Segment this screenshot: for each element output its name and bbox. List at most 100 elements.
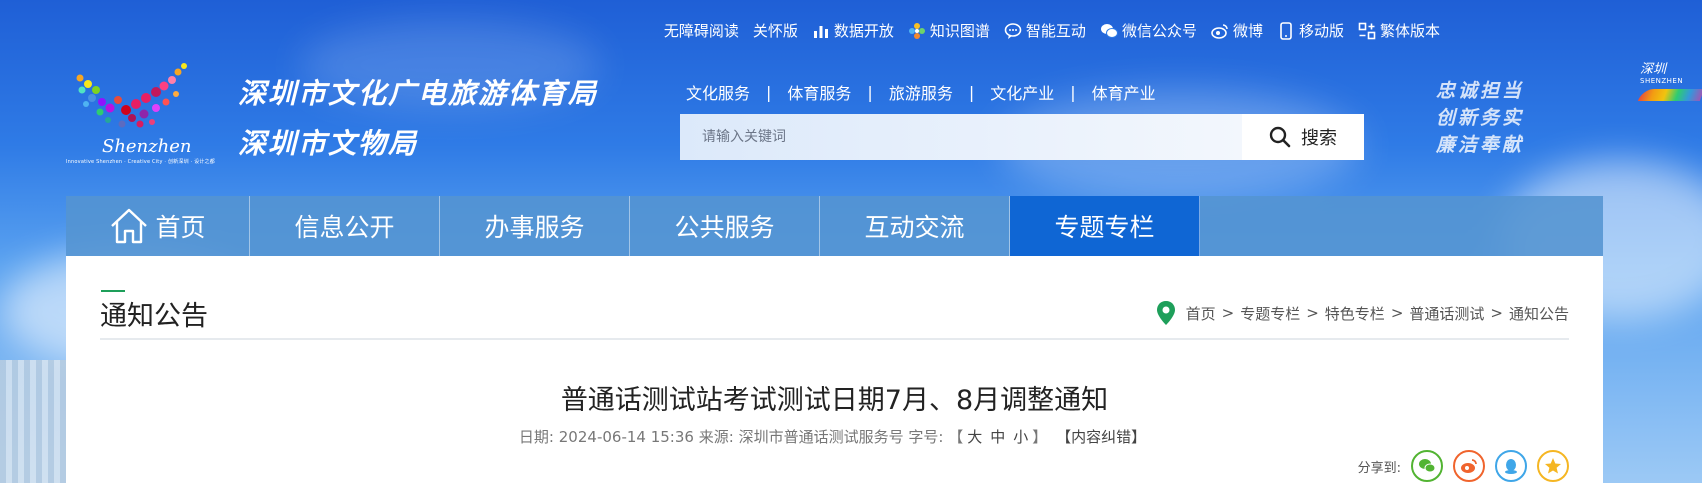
nav-info-disclosure[interactable]: 信息公开 [250, 196, 440, 256]
link-label: 知识图谱 [929, 22, 990, 40]
breadcrumb-separator: > [1490, 304, 1503, 322]
org-name-line1: 深圳市文化广电旅游体育局 [238, 77, 599, 110]
source-label: 来源: [698, 428, 734, 446]
section-divider [100, 338, 1569, 340]
subnav-tourism-service[interactable]: 旅游服务 [889, 80, 953, 104]
article-date: 2024-06-14 15:36 [558, 428, 694, 446]
nav-home[interactable]: 首页 [66, 196, 250, 256]
org-name-line2: 深圳市文物局 [238, 127, 419, 160]
link-label: 微博 [1232, 22, 1263, 40]
wechat-icon [1419, 459, 1436, 473]
content-card: 通知公告 首页 > 专题专栏 > 特色专栏 > 普通话测试 > 通知公告 普通话… [66, 256, 1603, 483]
qq-icon [1505, 459, 1517, 474]
font-size-label: 字号: [908, 428, 944, 446]
font-size-bracket: 】 [1032, 428, 1048, 446]
link-label: 智能互动 [1025, 22, 1086, 40]
font-size-large[interactable]: 大 [967, 428, 982, 446]
location-pin-icon [1156, 301, 1175, 325]
knowledge-graph-link[interactable]: 知识图谱 [908, 20, 990, 41]
wechat-icon [1100, 23, 1118, 38]
font-size-medium[interactable]: 中 [990, 428, 1005, 446]
subnav-sports-industry[interactable]: 体育产业 [1092, 80, 1156, 104]
traditional-chinese-link[interactable]: 繁体版本 [1358, 20, 1440, 41]
top-utility-links: 无障碍阅读 关怀版 数据开放 知识图谱 智能互动 微信公众号 微博 移动版 繁体… [664, 20, 1440, 41]
subnav-separator: | [867, 82, 873, 102]
nav-interaction[interactable]: 互动交流 [820, 196, 1010, 256]
search-icon [1269, 126, 1291, 148]
city-towers-decoration [0, 360, 68, 483]
share-qq-button[interactable] [1495, 450, 1527, 482]
care-version-link[interactable]: 关怀版 [753, 20, 798, 41]
nav-label: 首页 [155, 213, 206, 242]
traditional-icon [1358, 22, 1376, 39]
subnav-culture-service[interactable]: 文化服务 [686, 80, 750, 104]
smart-interaction-link[interactable]: 智能互动 [1004, 20, 1086, 41]
share-qzone-button[interactable] [1537, 450, 1569, 482]
bar-chart-icon [813, 25, 828, 38]
nav-label: 办事服务 [484, 213, 585, 242]
breadcrumb-separator: > [1390, 304, 1404, 322]
nav-label: 专题专栏 [1054, 213, 1155, 242]
logo-english-text: Shenzhen [102, 136, 192, 157]
share-weibo-button[interactable] [1453, 450, 1485, 482]
nav-services[interactable]: 办事服务 [440, 196, 630, 256]
share-bar: 分享到: [1358, 450, 1569, 482]
font-size-small[interactable]: 小 [1013, 428, 1028, 446]
search-input[interactable] [680, 114, 1242, 160]
butterfly-logo-icon [76, 63, 187, 128]
link-label: 关怀版 [752, 22, 798, 40]
chat-icon [1004, 22, 1022, 39]
weibo-link[interactable]: 微博 [1211, 20, 1263, 41]
nav-label: 公共服务 [674, 213, 775, 242]
subnav-separator: | [766, 82, 772, 102]
breadcrumb-separator: > [1306, 304, 1319, 322]
motto-line: 创新务实 [1436, 107, 1525, 129]
subnav-sports-service[interactable]: 体育服务 [787, 80, 851, 104]
main-navigation: 首页 信息公开 办事服务 公共服务 互动交流 专题专栏 [66, 196, 1603, 256]
link-label: 繁体版本 [1379, 22, 1440, 40]
breadcrumb: 首页 > 专题专栏 > 特色专栏 > 普通话测试 > 通知公告 [1156, 300, 1569, 326]
date-label: 日期: [518, 428, 554, 446]
search-button[interactable]: 搜索 [1242, 114, 1364, 160]
logo-slogan: Innovative Shenzhen · Creative City · 创新… [66, 159, 215, 165]
wechat-account-link[interactable]: 微信公众号 [1100, 20, 1197, 41]
mobile-icon [1280, 21, 1292, 40]
link-label: 微信公众号 [1121, 22, 1197, 40]
star-icon [1545, 458, 1561, 474]
nav-public-services[interactable]: 公共服务 [630, 196, 820, 256]
search-bar: 搜索 [680, 114, 1364, 160]
share-wechat-button[interactable] [1411, 450, 1443, 482]
nav-special-topics[interactable]: 专题专栏 [1010, 196, 1200, 256]
shenzhen-logo[interactable]: Shenzhen Innovative Shenzhen · Creative … [66, 58, 226, 176]
section-title: 通知公告 [100, 301, 208, 332]
mobile-version-link[interactable]: 移动版 [1277, 20, 1344, 41]
subnav-culture-industry[interactable]: 文化产业 [990, 80, 1054, 104]
sub-navigation: 文化服务 | 体育服务 | 旅游服务 | 文化产业 | 体育产业 [686, 80, 1156, 104]
weibo-icon [1461, 459, 1477, 473]
flower-icon [908, 22, 925, 39]
article-source: 深圳市普通话测试服务号 [738, 428, 904, 446]
font-size-bracket: 【 [948, 428, 964, 446]
accessible-reading-link[interactable]: 无障碍阅读 [664, 20, 739, 41]
motto-line: 廉洁奉献 [1436, 134, 1525, 156]
nav-label: 互动交流 [864, 213, 965, 242]
breadcrumb-separator: > [1221, 304, 1235, 322]
search-button-label: 搜索 [1301, 128, 1337, 149]
subnav-separator: | [1070, 82, 1076, 102]
breadcrumb-mandarin-test[interactable]: 普通话测试 [1409, 303, 1484, 324]
side-logo-title: 深圳 [1640, 62, 1667, 77]
open-data-link[interactable]: 数据开放 [812, 20, 894, 41]
breadcrumb-featured[interactable]: 特色专栏 [1325, 303, 1385, 324]
share-label: 分享到: [1357, 460, 1401, 476]
motto-line: 忠诚担当 [1436, 80, 1525, 102]
breadcrumb-special-topics[interactable]: 专题专栏 [1240, 303, 1300, 324]
content-correction-link[interactable]: 【内容纠错】 [1056, 428, 1146, 446]
link-label: 数据开放 [833, 22, 894, 40]
link-label: 移动版 [1298, 22, 1344, 40]
section-title-accent [101, 290, 125, 292]
weibo-icon [1211, 23, 1228, 39]
breadcrumb-home[interactable]: 首页 [1186, 303, 1216, 324]
motto: 忠诚担当 创新务实 廉洁奉献 [1436, 78, 1524, 159]
shenzhen-side-logo: 深圳 SHENZHEN [1637, 58, 1702, 108]
breadcrumb-notices[interactable]: 通知公告 [1509, 303, 1569, 324]
